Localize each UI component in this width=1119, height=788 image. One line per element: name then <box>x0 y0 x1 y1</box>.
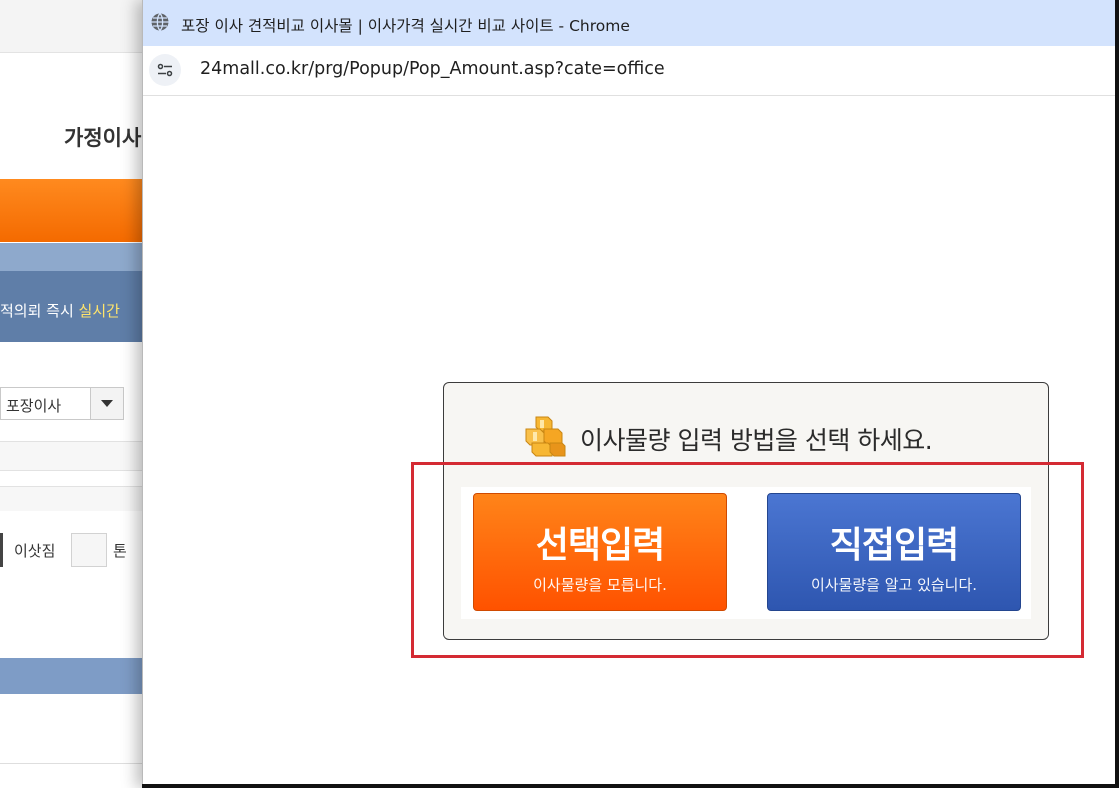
notice-highlight: 실시간 <box>78 302 120 320</box>
select-input-label: 선택입력 <box>535 525 665 566</box>
cargo-label: 이삿짐 <box>14 542 56 560</box>
select-input-description: 이사물량을 모릅니다. <box>533 576 667 594</box>
url-text[interactable]: 24mall.co.kr/prg/Popup/Pop_Amount.asp?ca… <box>200 59 665 79</box>
direct-input-description: 이사물량을 알고 있습니다. <box>810 576 978 594</box>
select-input-button[interactable]: 선택입력 이사물량을 모릅니다. <box>473 493 727 611</box>
direct-input-button[interactable]: 직접입력 이사물량을 알고 있습니다. <box>767 493 1021 611</box>
background-notice-text: 적의뢰 즉시 실시간 <box>0 300 120 321</box>
address-bar[interactable]: 24mall.co.kr/prg/Popup/Pop_Amount.asp?ca… <box>143 46 1119 96</box>
input-method-dialog: 이사물량 입력 방법을 선택 하세요. 선택입력 이사물량을 모릅니다. 직접입… <box>443 382 1049 640</box>
divider <box>0 763 160 764</box>
direct-input-label: 직접입력 <box>829 525 959 566</box>
background-field-edge <box>0 533 3 567</box>
background-orange-banner <box>0 179 160 242</box>
screen-frame-edge <box>1115 0 1119 788</box>
background-blue-strip <box>0 243 160 271</box>
site-info-icon[interactable] <box>149 54 181 86</box>
dialog-title: 이사물량 입력 방법을 선택 하세요. <box>580 426 933 455</box>
moving-type-select-value: 포장이사 <box>6 397 62 415</box>
background-heading: 가정이사 <box>64 126 142 150</box>
background-topbar <box>0 0 160 53</box>
cargo-unit-label: 톤 <box>113 542 127 560</box>
popup-content: 이사물량 입력 방법을 선택 하세요. 선택입력 이사물량을 모릅니다. 직접입… <box>143 96 1119 788</box>
notice-text: 적의뢰 즉시 <box>0 302 79 320</box>
background-row <box>0 441 160 471</box>
window-titlebar: 포장 이사 견적비교 이사몰 | 이사가격 실시간 비교 사이트 - Chrom… <box>143 0 1119 46</box>
window-title: 포장 이사 견적비교 이사몰 | 이사가격 실시간 비교 사이트 - Chrom… <box>181 17 630 35</box>
cargo-amount-input[interactable] <box>71 533 107 567</box>
globe-icon <box>151 13 169 31</box>
popup-window: 포장 이사 견적비교 이사몰 | 이사가격 실시간 비교 사이트 - Chrom… <box>142 0 1119 788</box>
chevron-down-icon <box>101 400 113 407</box>
background-page: 가정이사 적의뢰 즉시 실시간 포장이사 이삿짐 톤 <box>0 0 160 788</box>
boxes-icon <box>525 416 566 457</box>
background-blue-footer <box>0 658 160 694</box>
tune-icon <box>157 63 173 77</box>
screen-frame-edge <box>142 784 1119 788</box>
moving-type-select[interactable]: 포장이사 <box>0 387 124 420</box>
select-dropdown-button[interactable] <box>90 388 123 419</box>
background-row <box>0 486 160 511</box>
